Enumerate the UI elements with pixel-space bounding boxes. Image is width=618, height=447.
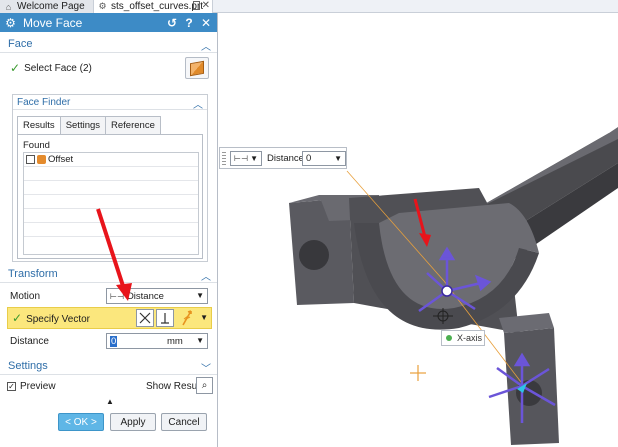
distance-label: Distance [10,335,49,347]
face-finder-header[interactable]: Face Finder ︿ [13,95,207,111]
specify-vector-row[interactable]: ✓ Specify Vector ▼ [7,307,212,329]
home-icon: ⌂ [5,1,12,12]
graphics-viewport[interactable] [219,13,618,447]
chevron-down-icon: ▼ [196,291,204,300]
select-face-button[interactable] [185,57,209,79]
pin-icon[interactable] [193,1,200,10]
list-item [24,167,198,181]
list-item-label: Offset [48,154,74,165]
cancel-button[interactable]: Cancel [161,413,207,431]
reverse-direction-icon [161,313,169,324]
specify-vector-label: Specify Vector [26,314,90,325]
part-file-icon: ⚙ [98,1,107,11]
annotation-arrow [96,208,132,301]
close-icon[interactable]: ✕ [199,16,213,30]
distance-motion-icon: ⊢⊣ [234,154,248,163]
axis-tooltip: X-axis [441,330,485,346]
chevron-down-icon: ▼ [250,154,258,163]
part-model [289,127,618,445]
tab-label: sts_offset_curves.prt [111,1,204,12]
reverse-direction-button[interactable] [156,309,174,327]
section-title: Face [8,37,33,50]
distance-input[interactable]: 0 mm ▼ [106,333,208,349]
unit-label: mm [167,335,183,347]
inferred-vector-icon [182,310,192,326]
found-label: Found [23,140,50,151]
gear-icon: ⚙ [5,15,16,30]
motion-label: Motion [10,290,41,302]
chevron-down-icon[interactable]: ﹀ [201,360,211,375]
chevron-down-icon[interactable]: ▼ [334,154,342,163]
magnifier-icon: ⌕ [201,380,208,391]
tab-part-file[interactable]: ⚙ sts_offset_curves.prt ✕ [93,0,213,13]
chevron-down-icon[interactable]: ▼ [200,313,208,322]
settings-section-header[interactable]: Settings ﹀ [0,357,217,375]
apply-button[interactable]: Apply [110,413,156,431]
tab-reference[interactable]: Reference [105,116,161,134]
select-face-row[interactable]: ✓ Select Face (2) [0,57,217,79]
list-item[interactable]: Offset [24,153,198,167]
axis-dot-icon [446,335,452,341]
tab-label: Welcome Page [17,1,85,12]
preview-label: Preview [20,380,56,392]
mini-distance-input[interactable]: 0 ▼ [302,151,346,166]
mini-distance-value: 0 [306,153,312,164]
chevron-up-icon[interactable]: ︿ [193,96,203,111]
offset-checkbox[interactable] [26,155,35,164]
section-title: Settings [8,359,48,372]
dialog-titlebar: ⚙ Move Face ↺ ? ✕ [0,13,217,32]
collapse-arrow-icon[interactable]: ▲ [106,397,114,406]
drag-grip-icon[interactable] [222,152,226,166]
chevron-down-icon[interactable]: ▼ [196,336,204,345]
face-finder-title: Face Finder [17,96,71,108]
select-face-label: Select Face (2) [24,62,92,74]
axis-label: X-axis [457,333,483,343]
mini-distance-label: Distance [267,153,304,164]
distance-mini-toolbar: ⊢⊣ ▼ Distance 0 ▼ [219,147,347,169]
vector-icon [139,312,151,324]
ok-button[interactable]: < OK > [58,413,104,431]
mini-motion-select[interactable]: ⊢⊣ ▼ [230,151,262,166]
list-item [24,181,198,195]
offset-icon [37,155,46,164]
chevron-up-icon[interactable]: ︿ [201,38,211,53]
preview-checkbox[interactable]: ✓ [7,381,16,391]
chevron-up-icon[interactable]: ︿ [201,268,211,283]
section-title: Transform [8,267,58,280]
document-tab-bar: ⌂ Welcome Page ⚙ sts_offset_curves.prt ✕ [0,0,618,13]
face-cube-icon [190,60,204,76]
reset-icon[interactable]: ↺ [165,16,179,30]
face-section-header[interactable]: Face ︿ [0,35,217,53]
tab-settings[interactable]: Settings [59,116,107,134]
tab-results[interactable]: Results [17,116,61,134]
face-finder-tabs: Results Settings Reference [17,116,161,134]
dialog-title: Move Face [23,15,83,30]
check-icon: ✓ [10,61,21,75]
inferred-vector-button[interactable] [178,309,196,327]
distance-value: 0 [110,335,118,347]
close-tab-icon[interactable]: ✕ [202,0,210,11]
vector-dialog-button[interactable] [136,309,154,327]
check-icon: ✓ [12,311,23,325]
tab-welcome-page[interactable]: ⌂ Welcome Page [0,0,93,13]
show-result-label: Show Result [146,381,203,392]
help-icon[interactable]: ? [182,16,196,30]
show-result-button[interactable]: ⌕ [196,377,213,394]
